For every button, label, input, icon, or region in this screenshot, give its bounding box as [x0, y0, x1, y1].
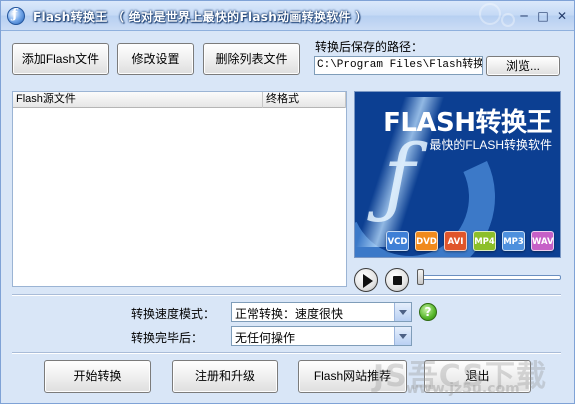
- options-separator: [12, 294, 561, 296]
- flash-app-icon: [7, 7, 25, 25]
- start-convert-button[interactable]: 开始转换: [44, 360, 151, 393]
- maximize-button[interactable]: □: [536, 9, 550, 23]
- delete-list-label: 删除列表文件: [215, 52, 288, 66]
- browse-label: 浏览...: [505, 59, 540, 73]
- chevron-down-icon[interactable]: [394, 303, 411, 321]
- browse-button[interactable]: 浏览...: [486, 56, 560, 76]
- after-finish-select[interactable]: 无任何操作: [231, 326, 412, 346]
- column-format[interactable]: 终格式: [263, 92, 346, 108]
- preview-progress-track[interactable]: [421, 275, 561, 280]
- format-badge-wav: WAV: [531, 231, 554, 251]
- banner-subtitle: 最快的FLASH转换软件: [429, 138, 552, 152]
- register-upgrade-label: 注册和升级: [194, 369, 255, 383]
- add-flash-label: 添加Flash文件: [21, 52, 100, 66]
- exit-button[interactable]: 退出: [424, 360, 531, 393]
- preview-progress-thumb[interactable]: [417, 269, 424, 285]
- speed-mode-select[interactable]: 正常转换：速度很快: [231, 302, 412, 322]
- flash-sites-label: Flash网站推荐: [313, 369, 392, 383]
- banner-title: FLASH转换王: [383, 108, 552, 138]
- file-list-header: Flash源文件 终格式: [13, 92, 346, 108]
- stop-icon: [393, 276, 402, 285]
- speed-mode-value: 正常转换：速度很快: [235, 307, 344, 321]
- title-bar[interactable]: Flash转换王 （ 绝对是世界上最快的Flash动画转换软件 ） ─ □ ✕: [1, 1, 574, 31]
- minimize-button[interactable]: ─: [517, 9, 531, 23]
- actions-separator: [12, 352, 561, 354]
- exit-label: 退出: [465, 369, 490, 383]
- format-badge-dvd: DVD: [415, 231, 438, 251]
- format-badge-vcd: VCD: [386, 231, 409, 251]
- play-button[interactable]: [354, 268, 378, 292]
- window-title: Flash转换王 （ 绝对是世界上最快的Flash动画转换软件 ）: [33, 10, 368, 24]
- after-finish-label: 转换完毕后：: [131, 331, 204, 345]
- flash-logo-icon: ƒ: [383, 127, 415, 227]
- format-badge-mp4: MP4: [473, 231, 496, 251]
- flash-sites-button[interactable]: Flash网站推荐: [298, 360, 407, 393]
- format-badge-avi: AVI: [444, 231, 467, 251]
- close-button[interactable]: ✕: [555, 9, 569, 23]
- settings-button[interactable]: 修改设置: [117, 43, 194, 75]
- speed-mode-label: 转换速度模式：: [131, 307, 216, 321]
- settings-label: 修改设置: [131, 52, 180, 66]
- delete-list-button[interactable]: 删除列表文件: [203, 43, 300, 75]
- help-icon[interactable]: ?: [419, 303, 437, 321]
- app-window: Flash转换王 （ 绝对是世界上最快的Flash动画转换软件 ） ─ □ ✕ …: [0, 0, 575, 404]
- stop-button[interactable]: [385, 268, 409, 292]
- add-flash-button[interactable]: 添加Flash文件: [12, 43, 109, 75]
- format-badge-mp3: MP3: [502, 231, 525, 251]
- chevron-down-icon[interactable]: [394, 327, 411, 345]
- start-convert-label: 开始转换: [73, 369, 122, 383]
- output-path-label: 转换后保存的路径：: [315, 40, 424, 54]
- file-list[interactable]: Flash源文件 终格式: [12, 91, 347, 287]
- output-path-field[interactable]: C:\Program Files\Flash转换王: [314, 56, 483, 75]
- register-upgrade-button[interactable]: 注册和升级: [172, 360, 278, 393]
- product-banner: ƒ FLASH转换王 最快的FLASH转换软件 VCD DVD AVI MP4 MP3 W…: [354, 91, 561, 258]
- column-source-file[interactable]: Flash源文件: [13, 92, 263, 108]
- play-icon: [363, 274, 373, 288]
- after-finish-value: 无任何操作: [235, 331, 296, 345]
